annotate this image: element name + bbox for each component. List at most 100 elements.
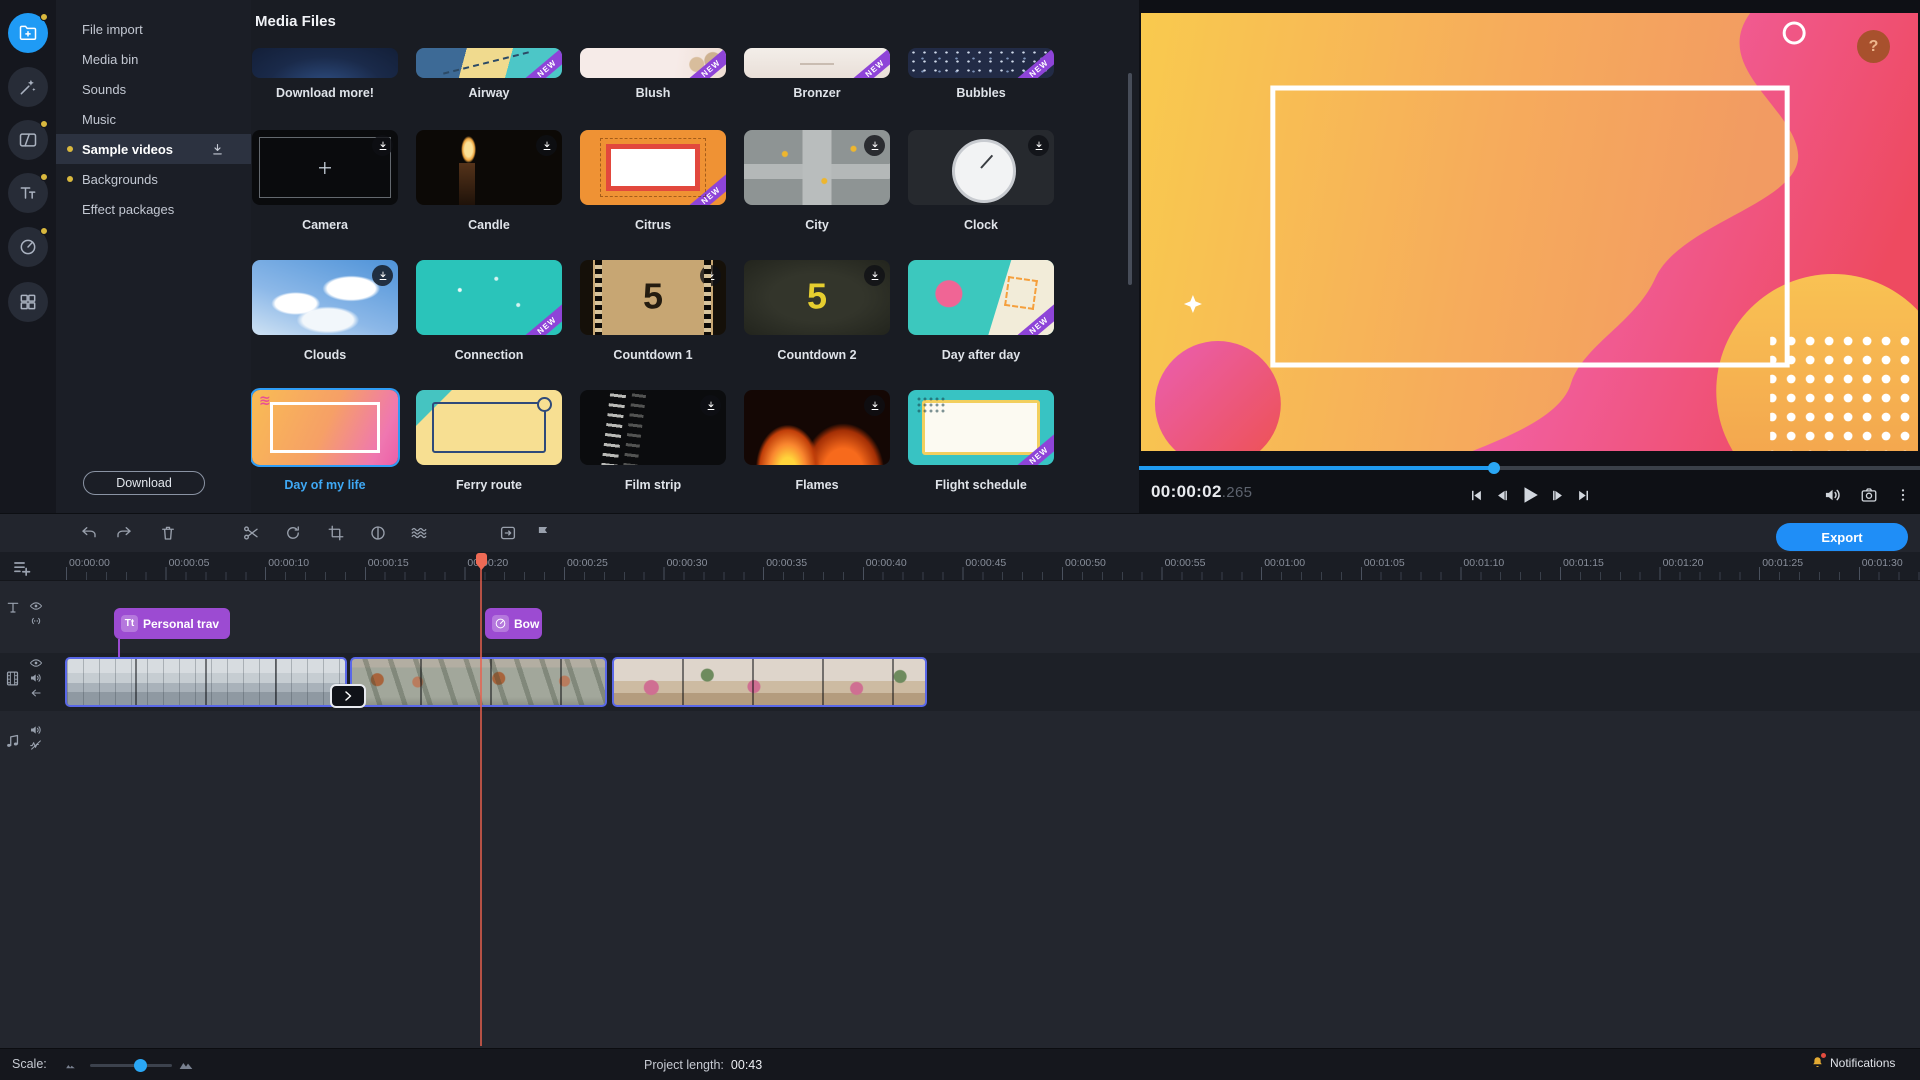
media-item-bronzer[interactable]: NEW (744, 48, 890, 78)
rail-titles[interactable] (8, 173, 48, 213)
audio-track-mute-toggle[interactable] (29, 723, 43, 737)
seekbar-handle[interactable] (1488, 462, 1500, 474)
seekbar[interactable] (1139, 466, 1920, 470)
media-item-ferry-route[interactable] (416, 390, 562, 465)
title-track-link-toggle[interactable] (29, 614, 43, 628)
rail-stickers[interactable] (8, 227, 48, 267)
rail-transitions[interactable] (8, 120, 48, 160)
play-button[interactable] (1519, 484, 1541, 506)
download-badge[interactable] (372, 265, 393, 286)
cut-icon (242, 524, 260, 542)
download-badge[interactable] (864, 265, 885, 286)
title-clip-bow[interactable]: Bow (485, 608, 542, 639)
help-button[interactable]: ? (1857, 30, 1890, 63)
transition-icon (18, 130, 38, 150)
sidebar-item-label: Sample videos (82, 142, 173, 157)
rotate-button[interactable] (282, 522, 304, 544)
media-item-city[interactable] (744, 130, 890, 205)
clip-marina[interactable] (65, 657, 347, 707)
video-track-back-button[interactable] (29, 686, 43, 700)
new-ribbon: NEW (846, 48, 890, 78)
download-badge[interactable] (536, 135, 557, 156)
audio-levels-button[interactable] (408, 522, 430, 544)
media-item-flight-schedule[interactable]: NEW (908, 390, 1054, 465)
transition-badge[interactable] (330, 684, 366, 708)
playhead[interactable] (480, 553, 482, 1046)
download-icon[interactable] (210, 142, 225, 157)
preview-panel: ? 00:00:02.265 (1139, 0, 1920, 513)
scale-slider-handle[interactable] (134, 1059, 147, 1072)
title-clip-personal-trav[interactable]: TtPersonal trav (114, 608, 230, 639)
snapshot-icon[interactable] (1860, 486, 1878, 504)
media-item-flames[interactable] (744, 390, 890, 465)
rail-more-tools[interactable] (8, 282, 48, 322)
media-item-camera[interactable] (252, 130, 398, 205)
delete-button[interactable] (157, 522, 179, 544)
download-badge[interactable] (372, 135, 393, 156)
media-item-airway[interactable]: NEW (416, 48, 562, 78)
add-track-button[interactable] (12, 558, 32, 578)
sidebar-item-effect-packages[interactable]: Effect packages (56, 194, 251, 224)
scrollbar[interactable] (1128, 73, 1132, 285)
more-icon[interactable] (1895, 487, 1911, 503)
sidebar-item-sample-videos[interactable]: Sample videos (56, 134, 251, 164)
rail-media-import[interactable] (8, 13, 48, 53)
media-item-countdown-1[interactable]: 5 (580, 260, 726, 335)
media-item-day-of-my-life[interactable] (252, 390, 398, 465)
media-item-bubbles[interactable]: NEW (908, 48, 1054, 78)
audio-track-icon (4, 733, 21, 750)
download-badge[interactable] (700, 395, 721, 416)
sidebar-item-file-import[interactable]: File import (56, 14, 251, 44)
download-badge[interactable] (1028, 135, 1049, 156)
media-item-day-after-day[interactable]: NEW (908, 260, 1054, 335)
title-track-visibility-toggle[interactable] (29, 599, 43, 613)
media-item-clouds[interactable] (252, 260, 398, 335)
redo-button[interactable] (113, 522, 135, 544)
notifications-button[interactable]: Notifications (1810, 1055, 1895, 1070)
sidebar-item-sounds[interactable]: Sounds (56, 74, 251, 104)
ruler-label: 00:00:35 (766, 557, 807, 569)
skip-start-button[interactable] (1469, 488, 1484, 503)
download-badge[interactable] (864, 395, 885, 416)
zoom-in-icon[interactable] (178, 1057, 194, 1073)
media-item-download-more[interactable] (252, 48, 398, 78)
overlay-button[interactable] (497, 522, 519, 544)
media-item-candle[interactable] (416, 130, 562, 205)
crop-button[interactable] (325, 522, 347, 544)
video-track-mute-toggle[interactable] (29, 671, 43, 685)
media-item-countdown-2[interactable]: 5 (744, 260, 890, 335)
media-item-citrus[interactable]: NEW (580, 130, 726, 205)
media-item-blush[interactable]: NEW (580, 48, 726, 78)
skip-end-button[interactable] (1576, 488, 1591, 503)
frame-forward-button[interactable] (1551, 488, 1566, 503)
clip-desk[interactable] (612, 657, 927, 707)
sidebar-item-media-bin[interactable]: Media bin (56, 44, 251, 74)
export-button[interactable]: Export (1776, 523, 1908, 551)
scale-slider[interactable] (90, 1064, 172, 1067)
media-item-film-strip[interactable] (580, 390, 726, 465)
timeline-ruler[interactable]: 00:00:0000:00:0500:00:1000:00:1500:00:20… (0, 552, 1920, 581)
sidebar-item-music[interactable]: Music (56, 104, 251, 134)
download-button[interactable]: Download (83, 471, 205, 495)
download-badge[interactable] (864, 135, 885, 156)
ruler-label: 00:01:05 (1364, 557, 1405, 569)
video-track-visibility-toggle[interactable] (29, 656, 43, 670)
media-item-connection[interactable]: NEW (416, 260, 562, 335)
new-ribbon: NEW (682, 48, 726, 78)
clip-vlog[interactable] (350, 657, 607, 707)
media-item-clock[interactable] (908, 130, 1054, 205)
new-content-dot (67, 176, 73, 182)
audio-track-sync-toggle[interactable] (29, 738, 43, 752)
volume-icon[interactable] (1823, 485, 1843, 505)
cut-button[interactable] (240, 522, 262, 544)
zoom-out-icon[interactable] (64, 1059, 77, 1072)
undo-button[interactable] (78, 522, 100, 544)
rail-filters[interactable] (8, 67, 48, 107)
sidebar-item-backgrounds[interactable]: Backgrounds (56, 164, 251, 194)
clip-duration-button[interactable] (367, 522, 389, 544)
audio-levels-icon (410, 524, 428, 542)
download-badge[interactable] (700, 265, 721, 286)
marker-button[interactable] (532, 522, 554, 544)
media-item-label: Citrus (580, 218, 726, 234)
frame-back-button[interactable] (1494, 488, 1509, 503)
